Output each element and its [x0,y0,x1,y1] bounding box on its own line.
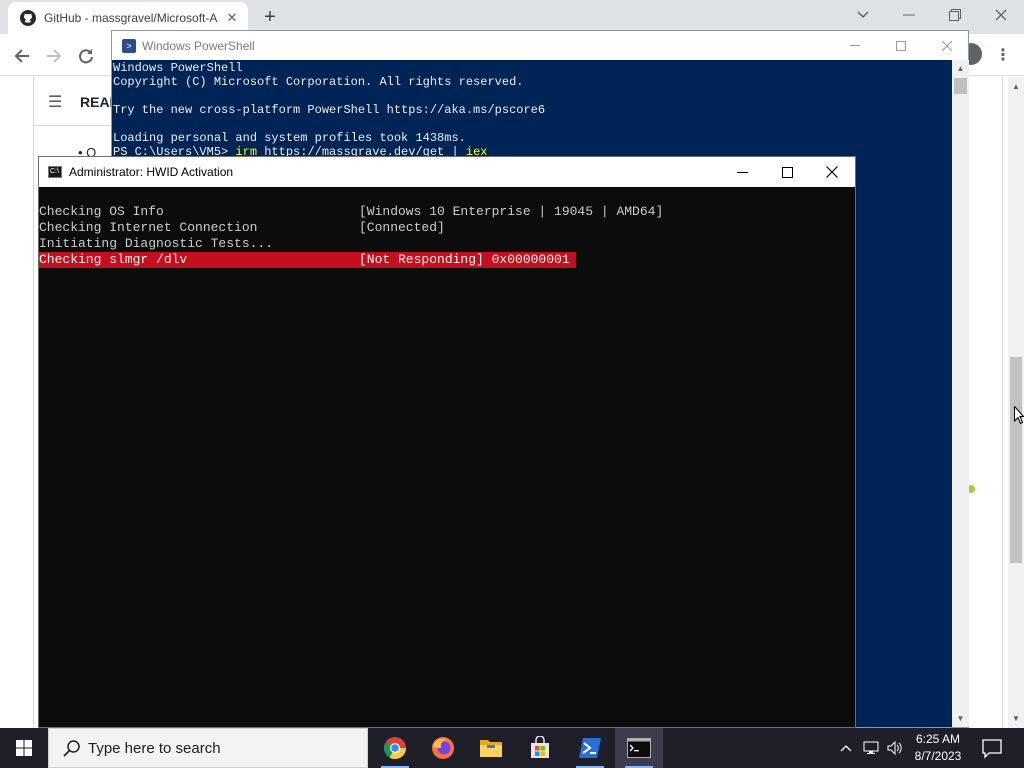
firefox-icon[interactable] [419,728,467,768]
list-icon[interactable]: ☰ [48,92,66,112]
file-explorer-icon[interactable] [467,728,515,768]
browser-restore-icon[interactable] [932,0,978,30]
search-icon [63,740,80,757]
page-scrollbar[interactable]: ▲ ▼ [1008,77,1024,728]
notification-icon[interactable] [980,736,1004,760]
diagnostic-value: [Windows 10 Enterprise | 19045 | AMD64] [359,204,664,219]
powershell-close-icon[interactable] [924,31,970,60]
browser-menu-icon[interactable]: ⋮ [993,44,1013,66]
diagnostic-row: Checking OS Info [Windows 10 Enterprise … [39,204,855,220]
hwid-title: Administrator: HWID Activation [69,165,234,179]
reload-icon[interactable] [72,42,100,70]
powershell-maximize-icon[interactable] [878,31,924,60]
clock-date: 8/7/2023 [914,749,962,763]
windows-start-icon[interactable] [0,728,48,768]
chrome-icon[interactable] [371,728,419,768]
diagnostic-row-error: Checking slmgr /dlv [Not Responding] 0x0… [39,252,855,268]
diagnostic-label: Checking slmgr /dlv [39,252,188,267]
store-icon[interactable] [516,728,564,768]
console-line: Windows PowerShell [113,61,243,75]
forward-arrow-icon[interactable] [40,42,68,70]
console-line: Copyright (C) Microsoft Corporation. All… [113,75,524,89]
diagnostic-row: Checking Internet Connection [Connected] [39,220,855,236]
chevron-up-icon[interactable] [836,728,856,768]
github-icon [20,10,36,26]
network-icon[interactable] [860,728,882,768]
diagnostic-label: Checking Internet Connection [39,220,258,235]
scroll-down-icon[interactable]: ▼ [1008,711,1024,725]
powershell-minimize-icon[interactable] [832,31,878,60]
powershell-scrollbar[interactable]: ▲ ▼ [952,60,969,727]
hwid-activation-window: C:\ Administrator: HWID Activation Check… [38,156,856,728]
tab-search-icon[interactable] [840,0,886,30]
hwid-close-icon[interactable] [809,157,855,187]
new-tab-button[interactable]: + [258,5,282,29]
console-line: Loading personal and system profiles too… [113,131,466,145]
diagnostic-label: Checking OS Info [39,204,164,219]
mouse-cursor-icon [1014,406,1024,425]
volume-icon[interactable] [884,728,906,768]
hwid-minimize-icon[interactable] [719,157,765,187]
diagnostic-label: Initiating Diagnostic Tests... [39,236,274,251]
hwid-console-output[interactable]: Checking OS Info [Windows 10 Enterprise … [39,187,855,727]
diagnostic-value: [Connected] [359,220,445,235]
divider [34,125,114,126]
scroll-down-icon[interactable]: ▼ [952,710,969,727]
hwid-maximize-icon[interactable] [764,157,810,187]
console-line: Try the new cross-platform PowerShell ht… [113,103,546,117]
taskbar: Type here to search 6:25 AM 8/7/2023 [0,728,1024,768]
tab-strip: GitHub - massgravel/Microsoft-A ✕ + [0,0,1024,34]
system-clock[interactable]: 6:25 AM 8/7/2023 [906,731,970,765]
browser-close-icon[interactable] [978,0,1024,30]
search-placeholder: Type here to search [88,739,221,757]
diagnostic-value: [Not Responding] 0x00000001 [359,252,570,267]
scrollbar-thumb[interactable] [1010,357,1022,563]
scroll-up-icon[interactable]: ▲ [1008,79,1024,93]
hwid-titlebar[interactable]: C:\ Administrator: HWID Activation [39,157,855,187]
scrollbar-thumb[interactable] [954,78,967,94]
taskbar-search[interactable]: Type here to search [48,728,368,768]
browser-minimize-icon[interactable] [886,0,932,30]
powershell-titlebar[interactable]: > Windows PowerShell [112,31,968,60]
powershell-title: Windows PowerShell [142,38,255,53]
diagnostic-row: Initiating Diagnostic Tests... [39,236,855,252]
tab-close-icon[interactable]: ✕ [224,10,240,26]
powershell-taskbar-icon[interactable] [566,728,614,768]
tab-title: GitHub - massgravel/Microsoft-A [44,11,218,25]
command-prompt-icon[interactable] [615,728,663,768]
clock-time: 6:25 AM [915,732,961,746]
powershell-icon: > [122,38,136,53]
back-arrow-icon[interactable] [8,42,36,70]
scroll-up-icon[interactable]: ▲ [952,60,969,77]
console-icon: C:\ [48,166,62,178]
